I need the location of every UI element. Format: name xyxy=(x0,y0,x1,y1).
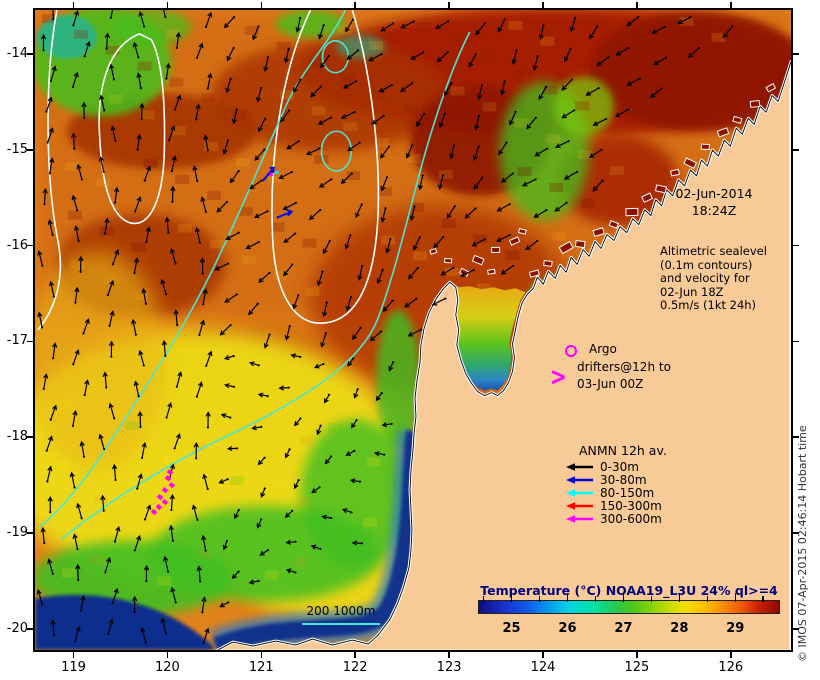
anmn-arrow-icon xyxy=(566,514,593,523)
lon-tick-label: 120 xyxy=(154,660,180,675)
anmn-row: 80-150m xyxy=(565,486,705,500)
anmn-depth-label: 300-600m xyxy=(600,511,662,526)
colorbar-tick-label: 25 xyxy=(502,621,521,636)
axis-tick xyxy=(72,652,75,658)
lon-tick-label: 124 xyxy=(530,660,556,675)
axis-tick xyxy=(166,2,169,8)
lon-tick-label: 123 xyxy=(436,660,462,675)
lon-tick-label: 125 xyxy=(624,660,650,675)
colorbar-tick xyxy=(538,596,541,602)
anmn-arrow-icon xyxy=(566,463,593,472)
colorbar-tick-label: 27 xyxy=(614,621,633,636)
sst-map-figure: 119 120 121 122 123 124 125 126 -14 -15 -16 -17 -18 -… xyxy=(0,0,820,680)
colorbar-tick xyxy=(594,596,597,602)
colorbar-tick xyxy=(622,593,625,602)
argo-circle-icon xyxy=(565,345,577,357)
anmn-title: ANMN 12h av. xyxy=(579,443,667,458)
axis-tick xyxy=(260,2,263,8)
axis-tick xyxy=(793,53,799,55)
anmn-row: 0-30m xyxy=(565,460,705,474)
altimetric-note-line: Altimetric sealevel xyxy=(660,244,767,258)
lat-tick-label: -17 xyxy=(6,333,28,349)
colorbar-tick xyxy=(566,593,569,602)
anmn-legend: ANMN 12h av. 0-30m 30-80m 80-150m 150-30… xyxy=(565,443,705,526)
colorbar-tick xyxy=(734,593,736,602)
axis-tick xyxy=(72,2,75,8)
colorbar-tick xyxy=(650,596,653,602)
axis-tick xyxy=(166,652,169,658)
lat-tick-label: -18 xyxy=(6,429,28,445)
datetime-date: 02-Jun-2014 xyxy=(675,186,753,201)
sst-field-svg xyxy=(35,10,791,650)
colorbar-tick-label: 28 xyxy=(670,621,689,636)
colorbar-tick-label: 29 xyxy=(726,621,745,636)
anmn-arrow-icon xyxy=(566,501,593,510)
axis-tick xyxy=(354,2,356,8)
axis-tick xyxy=(636,652,638,658)
argo-legend-label: Argo xyxy=(589,342,617,356)
axis-tick xyxy=(260,652,263,658)
anmn-row: 300-600m xyxy=(565,511,705,526)
anmn-arrow-icon xyxy=(566,489,593,497)
colorbar-tick xyxy=(678,593,681,602)
drifters-line1: drifters@12h to xyxy=(577,360,671,374)
colorbar-title: Temperature (°C) NOAA19_L3U 24% ql>=4 xyxy=(480,583,778,598)
altimetric-note: Altimetric sealevel (0.1m contours) and ve… xyxy=(660,244,790,313)
colorbar-tick xyxy=(482,596,485,602)
altimetric-note-line: (0.1m contours) xyxy=(660,257,753,272)
axis-tick xyxy=(793,149,799,151)
lat-tick-label: -15 xyxy=(6,141,28,157)
colorbar-tick-label: 26 xyxy=(558,621,577,636)
axis-tick xyxy=(730,652,732,658)
colorbar xyxy=(478,600,780,614)
altimetric-note-line: 02-Jun 18Z xyxy=(660,284,724,299)
colorbar-tick xyxy=(762,596,764,602)
map-frame xyxy=(33,8,793,652)
axis-tick xyxy=(793,244,799,247)
datetime-label: 02-Jun-2014 18:24Z xyxy=(648,185,780,219)
axis-tick xyxy=(354,652,356,658)
axis-tick xyxy=(448,2,450,8)
colorbar-tick xyxy=(706,596,709,602)
axis-tick xyxy=(730,2,732,8)
lat-tick-label: -20 xyxy=(6,620,28,636)
lat-tick-label: -19 xyxy=(6,525,28,540)
axis-tick xyxy=(793,340,799,343)
isobath-legend-label: 200 1000m xyxy=(306,604,376,618)
drifter-chevron-icon: > xyxy=(550,361,567,391)
lat-tick-label: -16 xyxy=(6,237,28,253)
colorbar-tick xyxy=(510,593,513,602)
anmn-row: 150-300m xyxy=(565,499,705,513)
lon-tick-label: 122 xyxy=(342,660,368,675)
anmn-row: 30-80m xyxy=(565,473,705,487)
altimetric-note-line: 0.5m/s (1kt 24h) xyxy=(660,298,757,312)
drifters-line2: 03-Jun 00Z xyxy=(577,377,644,391)
copyright-vertical: © IMOS 07-Apr-2015 02:46:14 Hobart time xyxy=(796,425,809,662)
axis-tick xyxy=(542,2,544,8)
lon-tick-label: 126 xyxy=(718,660,744,675)
altimetric-note-line: and velocity for xyxy=(660,271,750,285)
lon-tick-label: 119 xyxy=(61,660,86,675)
drifters-legend: drifters@12h to 03-Jun 00Z xyxy=(577,359,671,393)
anmn-arrow-icon xyxy=(566,476,593,484)
axis-tick xyxy=(636,2,638,8)
isobath-line-icon xyxy=(302,623,380,625)
lat-tick-label: -14 xyxy=(6,46,28,61)
datetime-time: 18:24Z xyxy=(691,203,737,218)
axis-tick xyxy=(542,652,544,658)
lon-tick-label: 121 xyxy=(248,660,274,675)
axis-tick xyxy=(448,652,450,658)
